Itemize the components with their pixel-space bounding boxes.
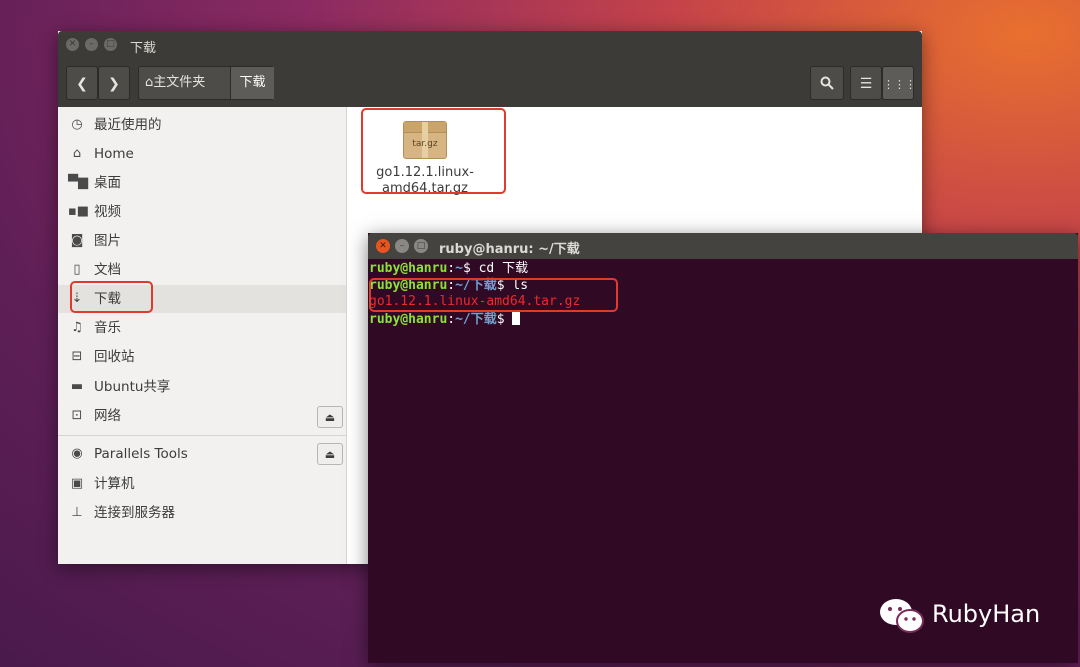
wechat-icon (880, 599, 924, 633)
sidebar-item-documents[interactable]: ▯ 文档 (58, 256, 346, 284)
maximize-icon[interactable]: □ (104, 38, 117, 51)
back-button[interactable]: ❮ (66, 66, 98, 100)
sidebar-item-home[interactable]: ⌂ Home (58, 140, 346, 168)
terminal-line: ruby@hanru:~$ cd 下载 (369, 261, 529, 276)
video-icon: ▪■ (68, 204, 90, 219)
sidebar-item-network[interactable]: ⊡ 网络 (58, 402, 346, 430)
terminal-cursor (512, 310, 521, 325)
network-icon: ⊡ (71, 408, 83, 423)
document-icon: ▯ (73, 262, 81, 277)
file-manager-toolbar: ❮ ❯ ⌂主文件夹 下载 ☰ ⋮⋮⋮ (58, 59, 922, 107)
camera-icon: ◙ (70, 233, 84, 248)
file-manager-titlebar: ✕ – □ 下载 (58, 31, 922, 59)
sidebar-item-desktop[interactable]: ▀▆ 桌面 (58, 169, 346, 197)
disc-icon: ◉ (71, 446, 83, 461)
breadcrumb-home[interactable]: ⌂主文件夹 (145, 67, 205, 99)
terminal-line: ruby@hanru:~/下载$ (369, 310, 1069, 328)
folder-icon: ▀▆ (68, 175, 88, 190)
sidebar-highlight-box (70, 281, 153, 313)
close-icon[interactable]: ✕ (66, 38, 79, 51)
terminal-highlight-box (369, 278, 618, 312)
home-icon: ⌂ (72, 146, 82, 161)
watermark: RubyHan (878, 596, 1058, 636)
file-highlight-box (361, 108, 506, 194)
drive-icon: ▬ (70, 379, 84, 394)
sidebar-item-trash[interactable]: ⊟ 回收站 (58, 343, 346, 371)
clock-icon: ◷ (71, 117, 83, 132)
chevron-left-icon: ❮ (76, 76, 88, 92)
forward-button[interactable]: ❯ (98, 66, 130, 100)
watermark-text: RubyHan (932, 600, 1041, 628)
sidebar-item-computer[interactable]: ▣ 计算机 (58, 470, 346, 498)
window-title: 下载 (130, 41, 157, 56)
minimize-icon[interactable]: – (395, 239, 409, 253)
close-icon[interactable]: ✕ (376, 239, 390, 253)
maximize-icon[interactable]: □ (414, 239, 428, 253)
music-icon: ♫ (71, 320, 83, 335)
sidebar-item-videos[interactable]: ▪■ 视频 (58, 198, 346, 226)
sidebar: ◷ 最近使用的 ⌂ Home ▀▆ 桌面 ▪■ 视频 ◙ 图片 ▯ 文档 ⇣ 下… (58, 107, 347, 564)
sidebar-item-connect-server[interactable]: ⊥ 连接到服务器 (58, 499, 346, 527)
search-icon (820, 76, 834, 92)
breadcrumb: ⌂主文件夹 下载 (138, 66, 274, 100)
grid-view-icon: ⋮⋮⋮ (883, 78, 916, 91)
terminal-titlebar: ✕ – □ ruby@hanru: ~/下载 (368, 233, 1078, 259)
list-view-icon: ☰ (859, 76, 873, 92)
eject-icon: ⏏ (324, 448, 336, 461)
terminal-title: ruby@hanru: ~/下载 (439, 242, 580, 257)
breadcrumb-current[interactable]: 下载 (230, 67, 274, 99)
sidebar-item-parallels-tools[interactable]: ◉ Parallels Tools (58, 440, 346, 468)
sidebar-separator (58, 435, 346, 436)
trash-icon: ⊟ (71, 349, 83, 364)
sidebar-item-pictures[interactable]: ◙ 图片 (58, 227, 346, 255)
computer-icon: ▣ (70, 476, 84, 491)
chevron-right-icon: ❯ (108, 76, 120, 92)
sidebar-item-music[interactable]: ♫ 音乐 (58, 314, 346, 342)
eject-parallels-tools-button[interactable]: ⏏ (317, 443, 343, 465)
sidebar-item-recent[interactable]: ◷ 最近使用的 (58, 111, 346, 139)
server-icon: ⊥ (71, 505, 83, 520)
grid-view-button[interactable]: ⋮⋮⋮ (882, 66, 916, 100)
search-button[interactable] (810, 66, 844, 100)
minimize-icon[interactable]: – (85, 38, 98, 51)
list-view-button[interactable]: ☰ (850, 66, 882, 100)
sidebar-item-ubuntu-share[interactable]: ▬ Ubuntu共享 (58, 373, 346, 401)
